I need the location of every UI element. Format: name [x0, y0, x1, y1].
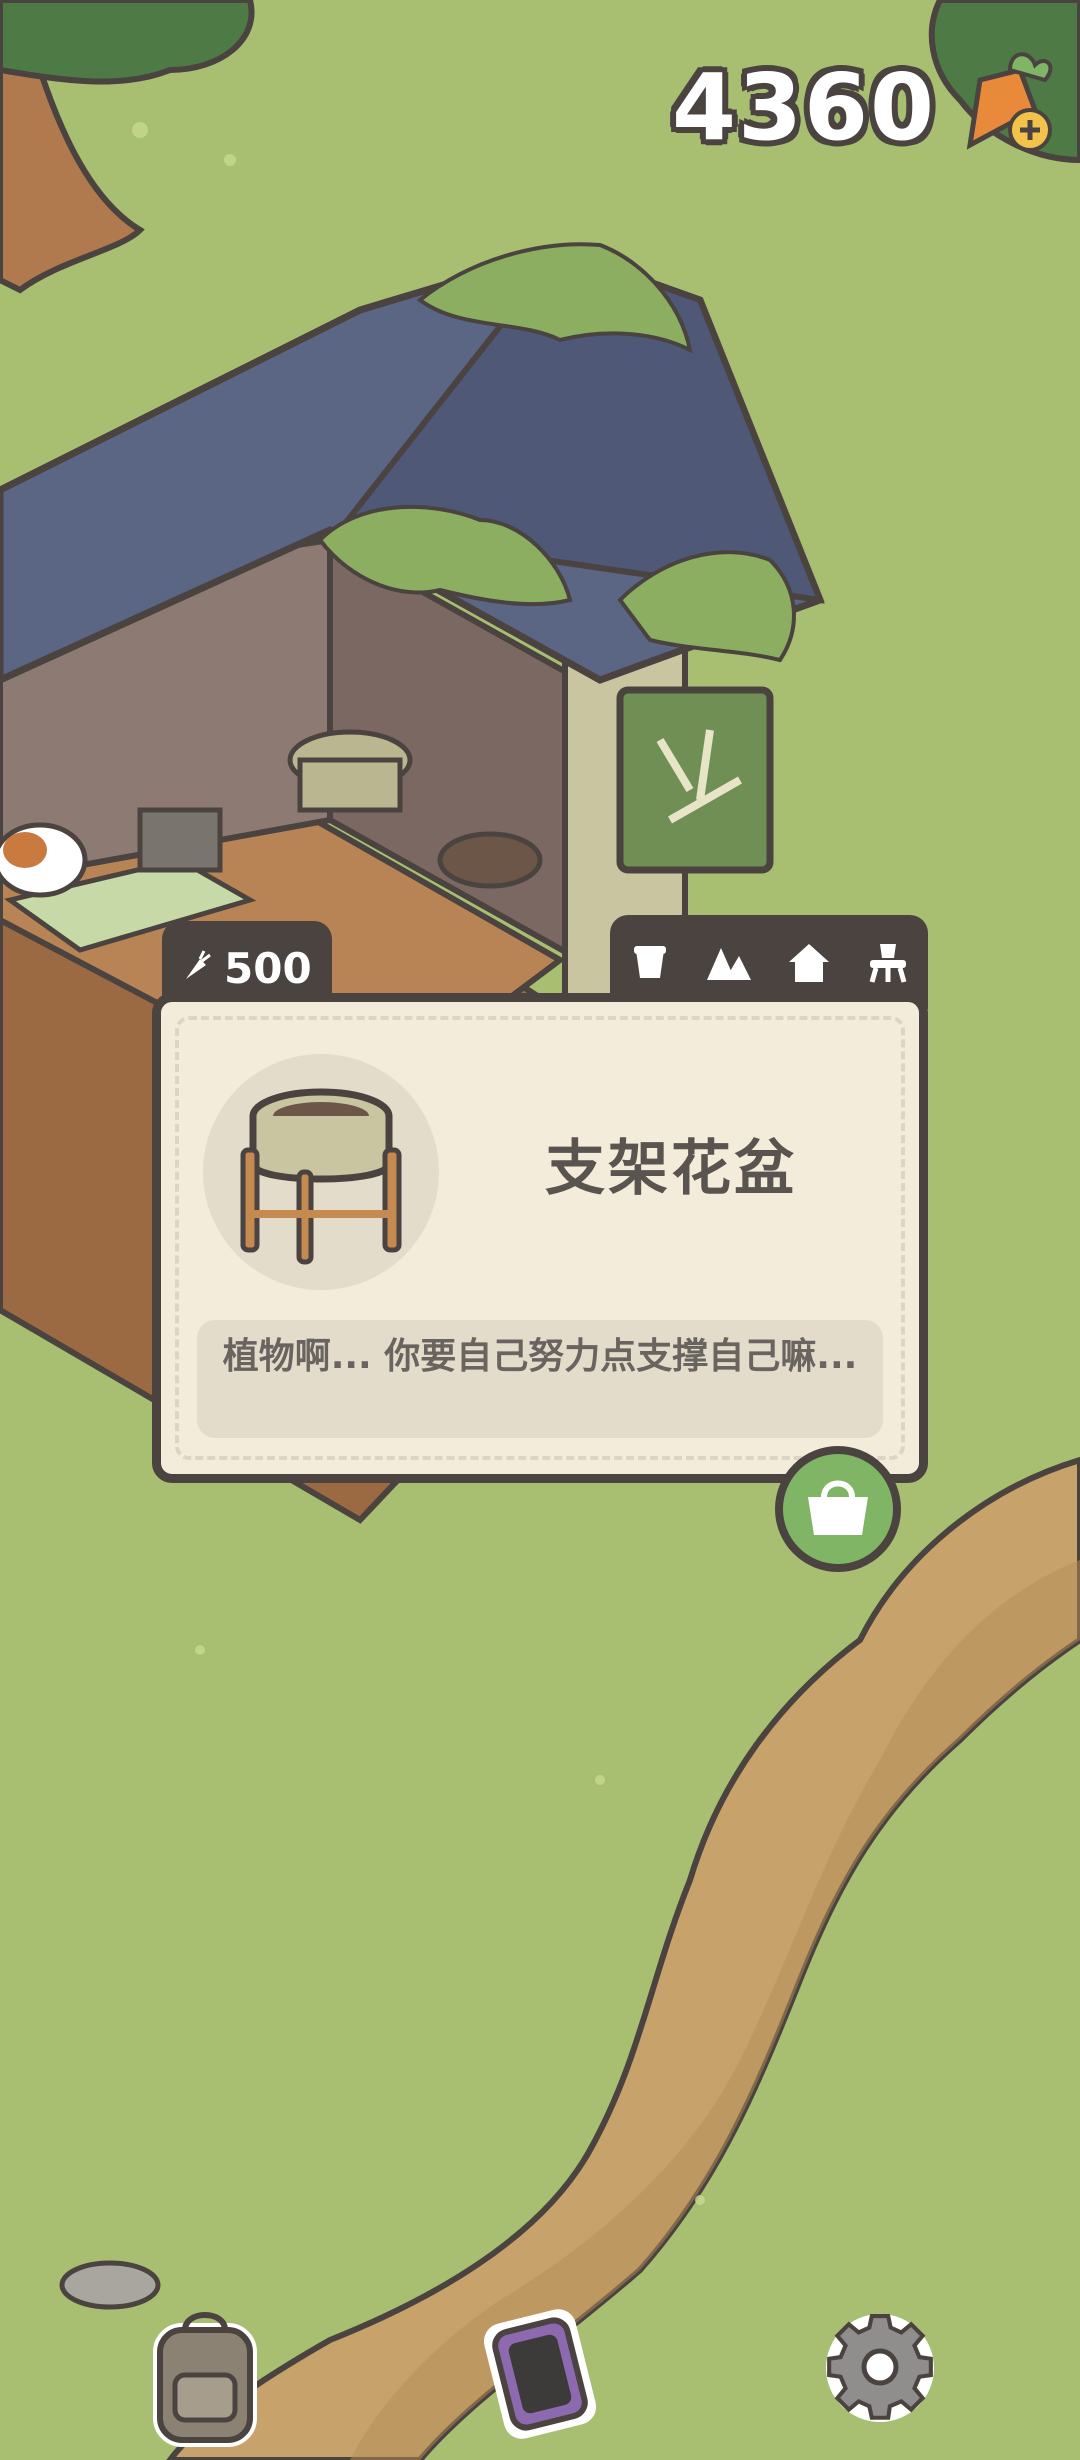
tree-trunk [0, 56, 145, 294]
backpack-icon [153, 2312, 257, 2447]
settings-button[interactable] [805, 2290, 955, 2440]
phone-button[interactable] [465, 2290, 615, 2440]
currency-value: 4360 [671, 53, 936, 161]
backpack-button[interactable] [130, 2300, 280, 2450]
item-price: 500 [224, 943, 312, 993]
carrot-icon [182, 944, 212, 993]
tree-canopy [0, 0, 255, 85]
item-image [203, 1054, 439, 1290]
phone-icon [483, 2309, 597, 2439]
carrot-plus-icon[interactable] [950, 50, 1060, 164]
pot-icon[interactable] [621, 933, 679, 991]
item-name: 支架花盆 [545, 1134, 797, 1204]
gear-icon [826, 2314, 934, 2422]
shopping-bag-icon [802, 1475, 874, 1543]
item-description: 植物啊... 你要自己努力点支撑自己嘛... [197, 1320, 883, 1438]
item-card: 500 支架花盆 植物啊... 你要自己努力点支撑自己嘛... [152, 915, 928, 1483]
mountains-icon[interactable] [700, 933, 758, 991]
currency-counter[interactable]: 4360 [672, 50, 1060, 164]
stool-icon[interactable] [859, 933, 917, 991]
item-card-body: 支架花盆 植物啊... 你要自己努力点支撑自己嘛... [152, 993, 928, 1483]
buy-button[interactable] [775, 1446, 901, 1572]
house-icon[interactable] [780, 933, 838, 991]
stand-planter-icon [240, 1088, 402, 1265]
